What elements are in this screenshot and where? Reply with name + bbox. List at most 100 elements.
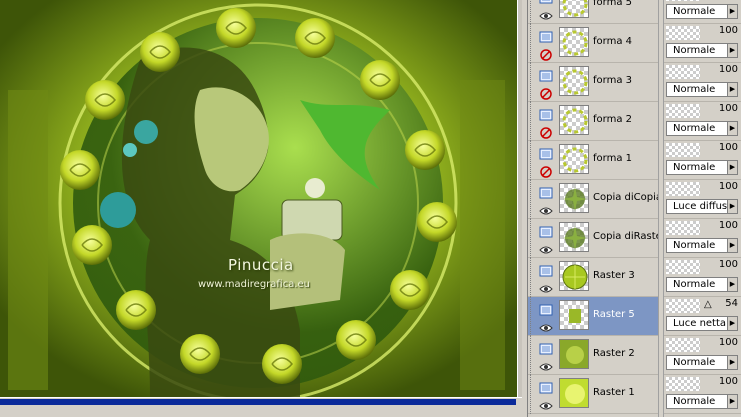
layer-properties-row: 100Normale ▶	[664, 336, 741, 375]
layer-properties-row: 100Normale ▶	[664, 141, 741, 180]
opacity-value: 100	[718, 259, 738, 270]
blend-mode-select[interactable]: Normale ▶	[666, 43, 738, 58]
eye-icon[interactable]	[539, 241, 553, 254]
opacity-slider[interactable]	[666, 65, 700, 79]
opacity-slider[interactable]	[666, 221, 700, 235]
layer-properties-row: △ 54 Luce netta ▶	[664, 297, 741, 336]
opacity-slider[interactable]	[666, 182, 700, 196]
layer-row[interactable]: forma 4	[528, 24, 658, 63]
eye-icon[interactable]	[539, 280, 553, 293]
layer-type-icon[interactable]	[539, 379, 553, 394]
tree-connector	[530, 24, 536, 63]
layer-thumbnail	[559, 144, 589, 174]
opacity-value: 100	[718, 142, 738, 153]
blend-mode-select[interactable]: Normale ▶	[666, 394, 738, 409]
dropdown-arrow-icon[interactable]: ▶	[727, 5, 737, 18]
layer-name: Raster 5	[593, 309, 635, 320]
blend-mode-value: Normale	[673, 396, 716, 407]
layer-properties-row: 100 Normale ▶	[664, 258, 741, 297]
dropdown-arrow-icon[interactable]: ▶	[727, 200, 737, 213]
blend-mode-value: Normale	[673, 162, 716, 173]
layer-type-icon[interactable]	[539, 223, 553, 238]
layer-row[interactable]: Copia diRaster	[528, 219, 659, 258]
dropdown-arrow-icon[interactable]: ▶	[727, 161, 737, 174]
layer-type-icon[interactable]	[539, 28, 553, 43]
opacity-slider[interactable]	[666, 338, 700, 352]
layer-row[interactable]: forma 5	[528, 0, 658, 24]
blend-mode-select[interactable]: Normale ▶	[666, 355, 738, 370]
layer-type-icon[interactable]	[539, 145, 553, 160]
layer-type-icon[interactable]	[539, 184, 553, 199]
opacity-slider[interactable]	[666, 0, 700, 1]
dropdown-arrow-icon[interactable]: ▶	[727, 83, 737, 96]
layer-thumbnail	[559, 261, 589, 291]
tree-connector	[530, 63, 536, 102]
app-window: Pinuccia www.madiregrafica.eu forma 5 for…	[0, 0, 741, 417]
slider-thumb-icon[interactable]: △	[704, 299, 712, 310]
artwork-image[interactable]: Pinuccia www.madiregrafica.eu	[0, 0, 517, 397]
eye-icon[interactable]	[539, 319, 553, 332]
layer-row[interactable]: Raster 5	[528, 297, 658, 336]
layer-thumbnail	[559, 300, 589, 330]
opacity-slider[interactable]	[666, 26, 700, 40]
dropdown-arrow-icon[interactable]: ▶	[727, 356, 737, 369]
blend-mode-select[interactable]: Luce netta ▶	[666, 316, 738, 331]
eye-icon[interactable]	[539, 202, 553, 215]
layer-thumbnail	[559, 339, 589, 369]
opacity-slider[interactable]	[666, 104, 700, 118]
canvas-area[interactable]: Pinuccia www.madiregrafica.eu	[0, 0, 522, 417]
opacity-slider[interactable]	[666, 143, 700, 157]
layer-type-icon[interactable]	[539, 262, 553, 277]
dropdown-arrow-icon[interactable]: ▶	[727, 395, 737, 408]
blend-mode-value: Normale	[673, 6, 716, 17]
eye-icon[interactable]	[539, 397, 553, 410]
layer-name: Raster 3	[593, 270, 635, 281]
blend-mode-select[interactable]: Normale ▶	[666, 277, 738, 292]
layer-thumbnail	[559, 66, 589, 96]
dropdown-arrow-icon[interactable]: ▶	[727, 122, 737, 135]
eye-icon[interactable]	[539, 358, 553, 371]
eye-hidden-icon[interactable]	[539, 163, 553, 178]
eye-hidden-icon[interactable]	[539, 124, 553, 139]
layer-row[interactable]: Copia diCopia	[528, 180, 659, 219]
blend-mode-select[interactable]: Normale ▶	[666, 4, 738, 19]
layer-type-icon[interactable]	[539, 340, 553, 355]
eye-hidden-icon[interactable]	[539, 85, 553, 100]
opacity-value: 100	[718, 376, 738, 387]
layer-row[interactable]: Raster 3	[528, 258, 658, 297]
blend-mode-select[interactable]: Luce diffusa ▶	[666, 199, 738, 214]
layer-row[interactable]: forma 2	[528, 102, 658, 141]
opacity-slider[interactable]	[666, 377, 700, 391]
dropdown-arrow-icon[interactable]: ▶	[727, 278, 737, 291]
opacity-slider[interactable]	[666, 299, 700, 313]
layer-thumbnail	[559, 0, 589, 18]
eye-hidden-icon[interactable]	[539, 46, 553, 61]
layer-properties-row: 100Normale ▶	[664, 24, 741, 63]
layer-type-icon[interactable]	[539, 0, 553, 4]
dropdown-arrow-icon[interactable]: ▶	[727, 239, 737, 252]
layer-name: Copia diCopia	[593, 192, 659, 203]
layer-row[interactable]: forma 1	[528, 141, 658, 180]
layer-row[interactable]: Raster 2	[528, 336, 658, 375]
layer-name: forma 4	[593, 36, 632, 47]
blend-mode-select[interactable]: Normale ▶	[666, 82, 738, 97]
layer-type-icon[interactable]	[539, 67, 553, 82]
dropdown-arrow-icon[interactable]: ▶	[727, 317, 737, 330]
layer-row[interactable]: Raster 1	[528, 375, 658, 414]
blend-mode-value: Luce diffusa	[673, 201, 734, 212]
layer-properties-row: 100 Luce diffusa ▶	[664, 180, 741, 219]
layer-thumbnail	[559, 105, 589, 135]
layer-row[interactable]: forma 3	[528, 63, 658, 102]
opacity-slider[interactable]	[666, 260, 700, 274]
opacity-value: 54	[725, 298, 738, 309]
layer-type-icon[interactable]	[539, 106, 553, 121]
opacity-value: 100	[718, 181, 738, 192]
eye-icon[interactable]	[539, 7, 553, 20]
layer-type-icon[interactable]	[539, 301, 553, 316]
dropdown-arrow-icon[interactable]: ▶	[727, 44, 737, 57]
blend-mode-select[interactable]: Normale ▶	[666, 160, 738, 175]
blend-mode-select[interactable]: Normale ▶	[666, 121, 738, 136]
canvas-vertical-scrollbar[interactable]	[517, 0, 522, 397]
blend-mode-select[interactable]: Normale ▶	[666, 238, 738, 253]
tree-connector	[530, 219, 536, 258]
